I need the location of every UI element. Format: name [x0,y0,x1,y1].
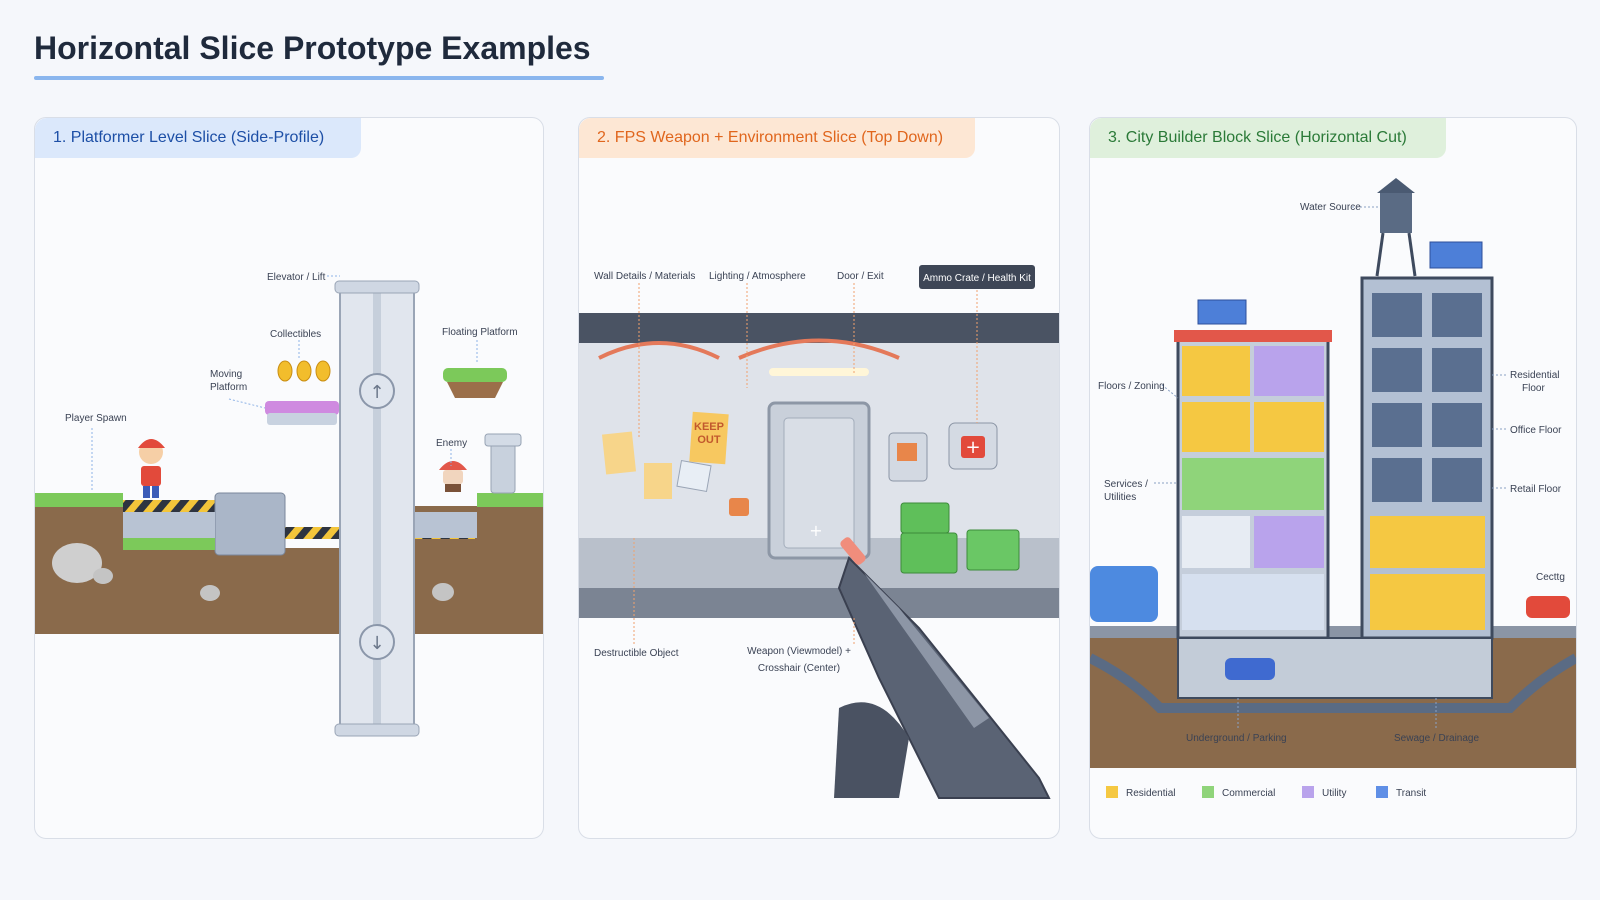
legend-label-transit: Transit [1396,788,1426,799]
label-services-2: Utilities [1104,492,1136,503]
label-elevator: Elevator / Lift [267,272,326,283]
label-services-1: Services / [1104,479,1148,490]
label-residential-2: Floor [1522,383,1545,394]
poster [601,431,637,475]
enemy-character [439,461,467,492]
rock [432,583,454,601]
water-tower [1380,193,1412,233]
floating-platform [443,368,507,382]
label-water: Water Source [1300,202,1361,213]
rock [93,568,113,584]
legend-label-utility: Utility [1322,788,1346,799]
street [1090,626,1576,638]
bus [1090,566,1158,622]
car [1225,658,1275,680]
label-lighting: Lighting / Atmosphere [709,271,806,282]
street-car [1526,596,1570,618]
fps-panel: 2. FPS Weapon + Environment Slice (Top D… [578,117,1060,839]
label-weapon-2: Crosshair (Center) [758,663,840,674]
coin [315,360,331,382]
stone-slab-right [415,512,477,538]
moving-platform [265,401,339,415]
svg-text:↓: ↓ [369,633,384,654]
label-retail: Retail Floor [1510,484,1562,495]
legend-label-residential: Residential [1126,788,1175,799]
page-title: Horizontal Slice Prototype Examples [34,30,591,66]
sign-text: Cecttg [1536,572,1565,583]
legend-label-commercial: Commercial [1222,788,1275,799]
title-underline [34,76,604,80]
legend: Residential Commercial Utility Transit [1106,786,1426,799]
pipe [490,442,516,494]
label-ammo: Ammo Crate / Health Kit [923,273,1031,284]
label-player-spawn: Player Spawn [65,413,127,424]
label-destructible: Destructible Object [594,648,679,659]
platformer-illustration: ↑ ↓ Player Spawn Collectibles Floating P… [35,272,543,737]
fps-illustration: KEEP OUT + + Wall Details / Materials Li… [579,265,1059,799]
stone-slab [123,512,215,538]
grass-under-bridge [123,538,215,550]
ammo-crate [966,529,1020,571]
small-poster [676,460,712,492]
label-sewage: Sewage / Drainage [1394,733,1479,744]
legend-swatch-transit [1376,786,1388,798]
grass-right [477,493,543,507]
legend-swatch-residential [1106,786,1118,798]
legend-swatch-commercial [1202,786,1214,798]
label-residential-1: Residential [1510,370,1559,381]
ammo-crate [900,502,950,534]
label-underground: Underground / Parking [1186,733,1287,744]
metal-block [214,492,286,556]
grass-left [35,493,123,507]
floor-edge [579,588,1059,618]
bridge-left-stripe [123,500,215,512]
elevator-cap-top [334,280,420,294]
poster [644,463,672,499]
player-character [138,439,165,498]
label-floating-platform: Floating Platform [442,327,518,338]
label-moving-platform-2: Platform [210,382,247,393]
keep-out-text-2: OUT [697,434,721,446]
label-moving-platform-1: Moving [210,369,242,380]
solar-panel [1197,299,1247,325]
label-floors: Floors / Zoning [1098,381,1165,392]
label-door: Door / Exit [837,271,884,282]
svg-text:↑: ↑ [369,382,384,403]
coin [296,360,312,382]
coin [277,360,293,382]
keep-out-text-1: KEEP [694,421,724,433]
legend-swatch-utility [1302,786,1314,798]
label-wall-details: Wall Details / Materials [594,271,695,282]
crosshair: + [809,521,822,540]
city-illustration: Cecttg Water Source Floors / Zoning Resi… [1090,178,1576,799]
label-weapon-1: Weapon (Viewmodel) + [747,646,851,657]
label-office: Office Floor [1510,425,1562,436]
elevator-rail [373,286,381,734]
city-panel: 3. City Builder Block Slice (Horizontal … [1089,117,1577,839]
wall-alarm [729,498,749,516]
solar-panel [1429,241,1483,269]
rock [200,585,220,601]
ammo-crate [900,532,958,574]
platformer-panel: 1. Platformer Level Slice (Side-Profile) [34,117,544,839]
svg-text:+: + [965,437,980,458]
label-collectibles: Collectibles [270,329,321,340]
label-enemy: Enemy [436,438,467,449]
elevator-cap-bottom [334,723,420,737]
